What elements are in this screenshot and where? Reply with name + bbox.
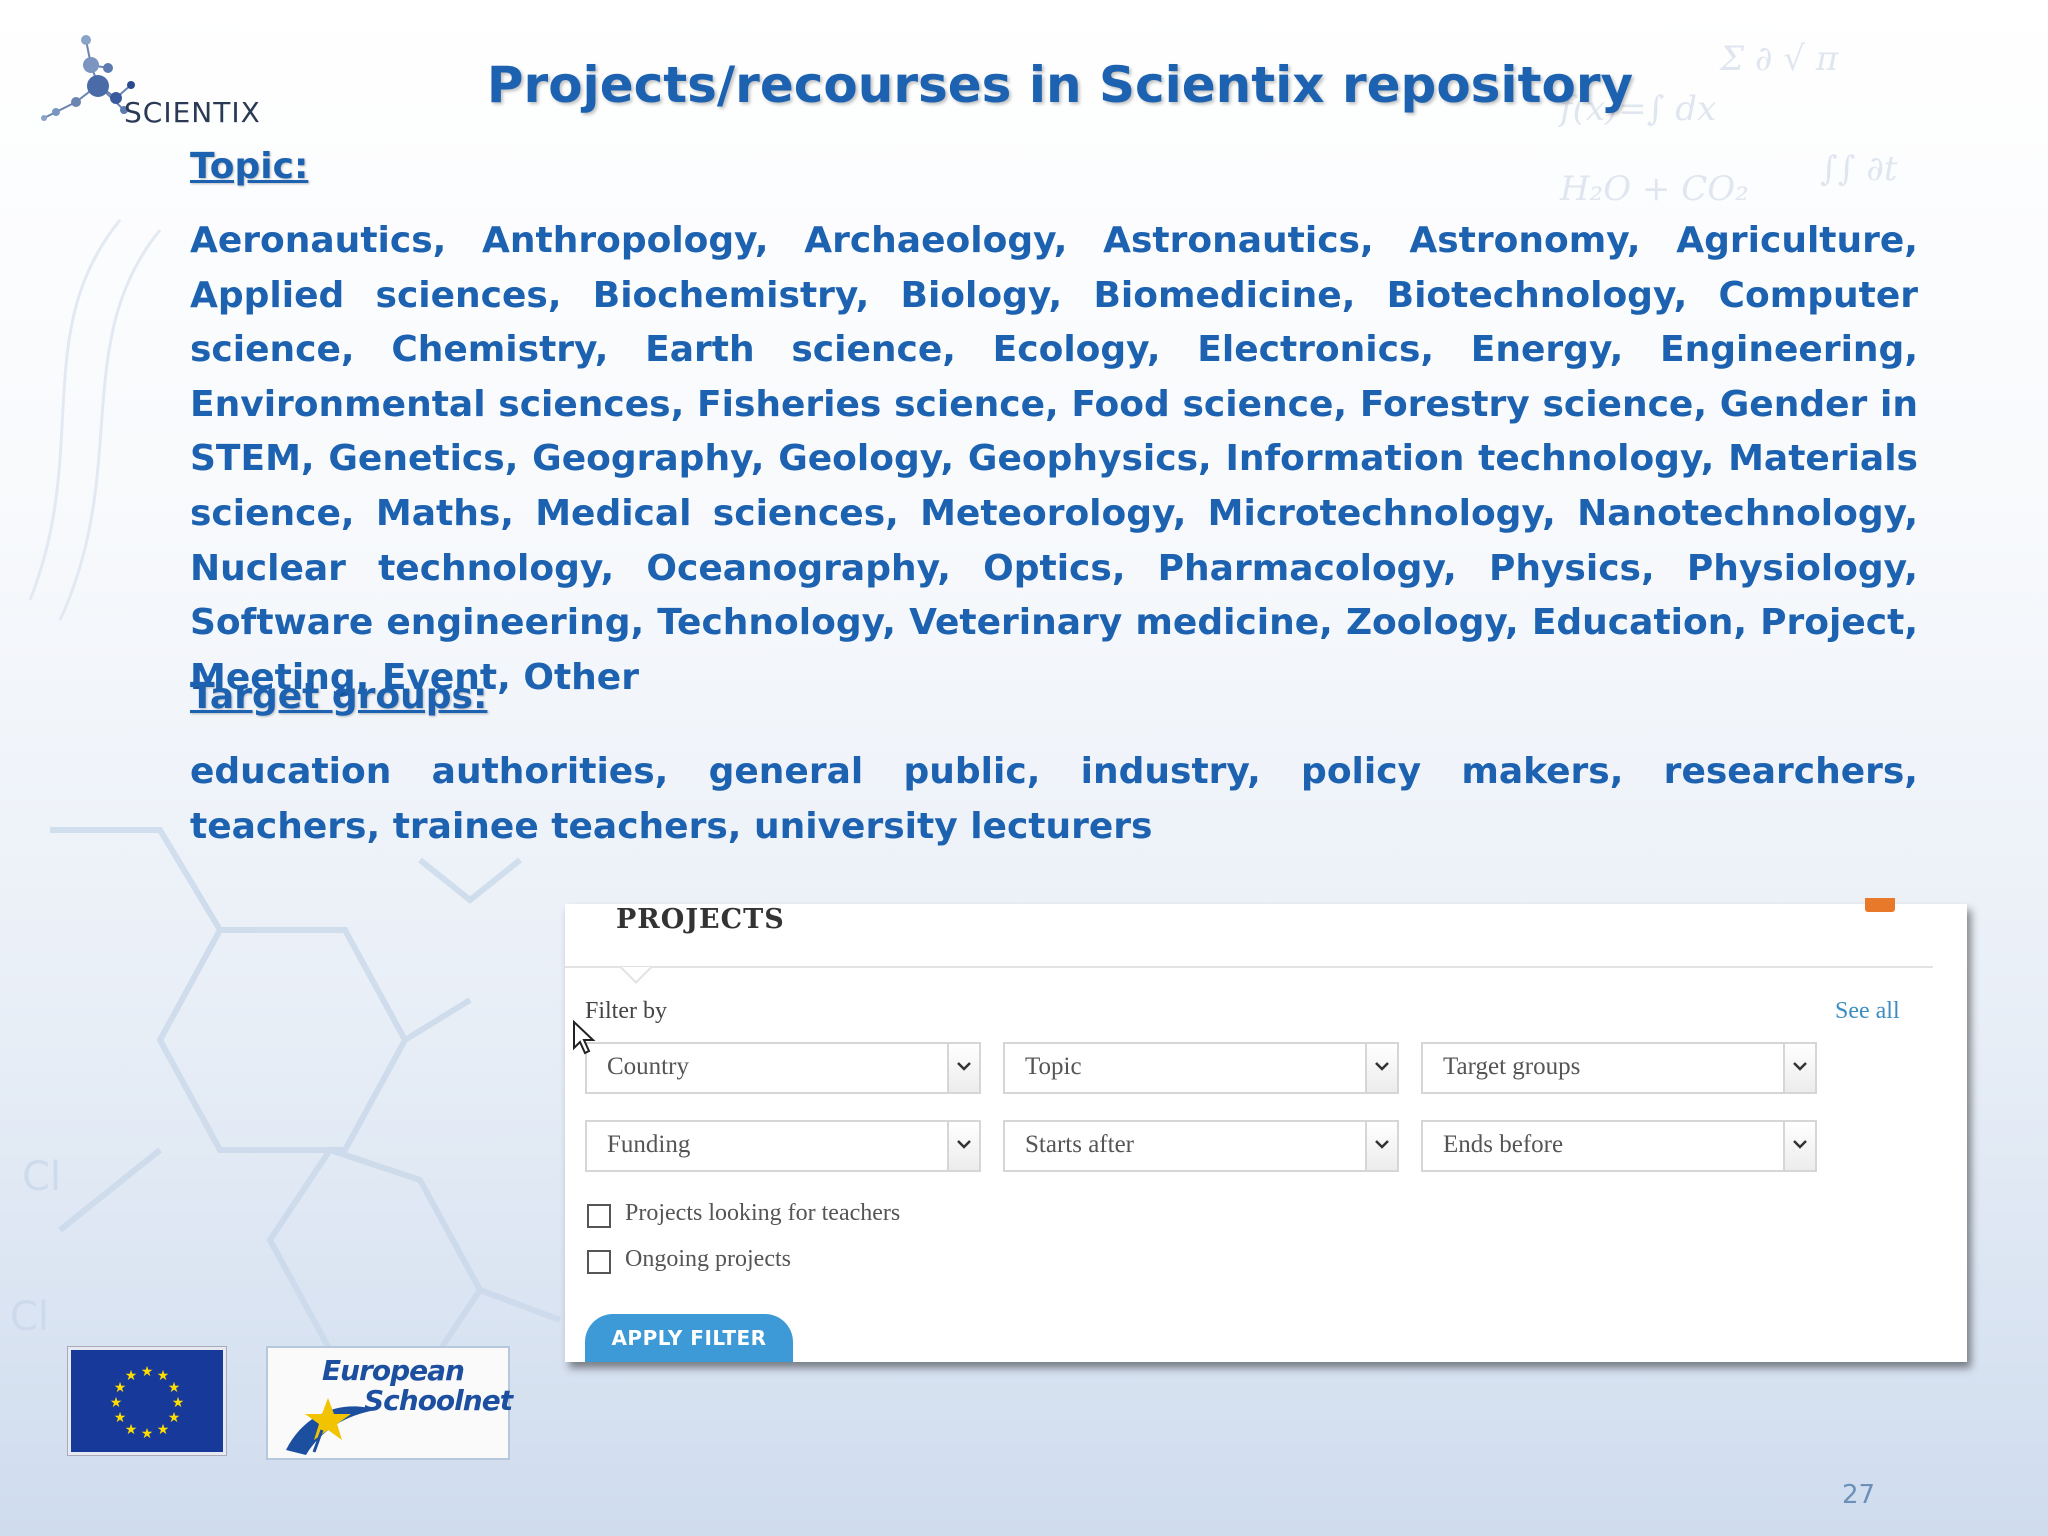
topic-select[interactable]: Topic bbox=[1003, 1042, 1399, 1094]
starts-after-select-label: Starts after bbox=[1025, 1131, 1134, 1158]
chevron-down-icon[interactable] bbox=[947, 1122, 979, 1170]
see-all-link[interactable]: See all bbox=[1835, 998, 1900, 1025]
svg-text:∫∫ ∂t: ∫∫ ∂t bbox=[1820, 149, 1898, 189]
target-groups-list: education authorities, general public, i… bbox=[190, 751, 1918, 847]
mouse-cursor-icon bbox=[573, 1020, 596, 1055]
target-groups-label: Target groups: bbox=[190, 676, 488, 717]
chevron-down-icon[interactable] bbox=[947, 1044, 979, 1092]
topic-select-label: Topic bbox=[1025, 1053, 1082, 1080]
svg-text:★: ★ bbox=[168, 1410, 181, 1426]
svg-text:★: ★ bbox=[172, 1395, 185, 1411]
svg-text:★: ★ bbox=[157, 1422, 170, 1438]
ends-before-select[interactable]: Ends before bbox=[1421, 1120, 1817, 1172]
eu-flag-icon: ★ ★ ★ ★ ★ ★ ★ ★ ★ ★ ★ ★ bbox=[110, 1364, 185, 1442]
svg-text:★: ★ bbox=[125, 1422, 138, 1438]
page-number: 27 bbox=[1842, 1480, 1876, 1510]
slide-title: Projects/recourses in Scientix repositor… bbox=[486, 56, 1634, 114]
target-groups-select-label: Target groups bbox=[1443, 1053, 1581, 1080]
starts-after-select[interactable]: Starts after bbox=[1003, 1120, 1399, 1172]
svg-text:★: ★ bbox=[110, 1395, 123, 1411]
chevron-down-icon[interactable] bbox=[1783, 1044, 1815, 1092]
target-groups-select[interactable]: Target groups bbox=[1421, 1042, 1817, 1094]
eu-flag: ★ ★ ★ ★ ★ ★ ★ ★ ★ ★ ★ ★ bbox=[68, 1347, 226, 1455]
rss-icon[interactable] bbox=[1865, 898, 1895, 912]
esn-line2: Schoolnet bbox=[364, 1384, 513, 1417]
star-icon: ★ ★ ★ ★ ★ ★ ★ ★ ★ ★ ★ ★ bbox=[110, 1364, 185, 1442]
country-select-label: Country bbox=[607, 1053, 689, 1080]
looking-for-teachers-label: Projects looking for teachers bbox=[625, 1200, 901, 1226]
projects-filter-panel: PROJECTS Filter by See all Country Topic… bbox=[565, 898, 1967, 1362]
country-select[interactable]: Country bbox=[585, 1042, 981, 1094]
apply-filter-button[interactable]: APPLY FILTER bbox=[585, 1314, 793, 1362]
funding-select-label: Funding bbox=[607, 1131, 691, 1158]
svg-text:★: ★ bbox=[114, 1410, 127, 1426]
logo-text: SCIENTIX bbox=[124, 96, 261, 129]
svg-text:★: ★ bbox=[141, 1426, 154, 1442]
european-schoolnet-logo: European Schoolnet bbox=[266, 1346, 513, 1460]
chevron-down-icon[interactable] bbox=[1365, 1044, 1397, 1092]
projects-title: PROJECTS bbox=[616, 904, 785, 935]
svg-text:★: ★ bbox=[141, 1364, 154, 1380]
svg-text:★: ★ bbox=[125, 1368, 138, 1384]
svg-text:★: ★ bbox=[168, 1380, 181, 1396]
ongoing-projects-label: Ongoing projects bbox=[625, 1246, 791, 1272]
chevron-down-icon[interactable] bbox=[1783, 1122, 1815, 1170]
topic-label: Topic: bbox=[190, 146, 309, 187]
ends-before-select-label: Ends before bbox=[1443, 1131, 1564, 1158]
star-icon bbox=[286, 1398, 376, 1455]
ongoing-projects-checkbox[interactable] bbox=[587, 1250, 611, 1274]
topic-list: Aeronautics, Anthropology, Archaeology, … bbox=[190, 220, 1918, 698]
funding-select[interactable]: Funding bbox=[585, 1120, 981, 1172]
svg-text:Cl: Cl bbox=[22, 1154, 61, 1200]
svg-text:Cl: Cl bbox=[10, 1294, 49, 1340]
looking-for-teachers-checkbox[interactable] bbox=[587, 1204, 611, 1228]
svg-text:H₂O + CO₂: H₂O + CO₂ bbox=[1559, 169, 1749, 209]
chevron-down-icon[interactable] bbox=[1365, 1122, 1397, 1170]
projects-header: PROJECTS bbox=[565, 898, 1933, 968]
header-notch bbox=[622, 967, 650, 981]
